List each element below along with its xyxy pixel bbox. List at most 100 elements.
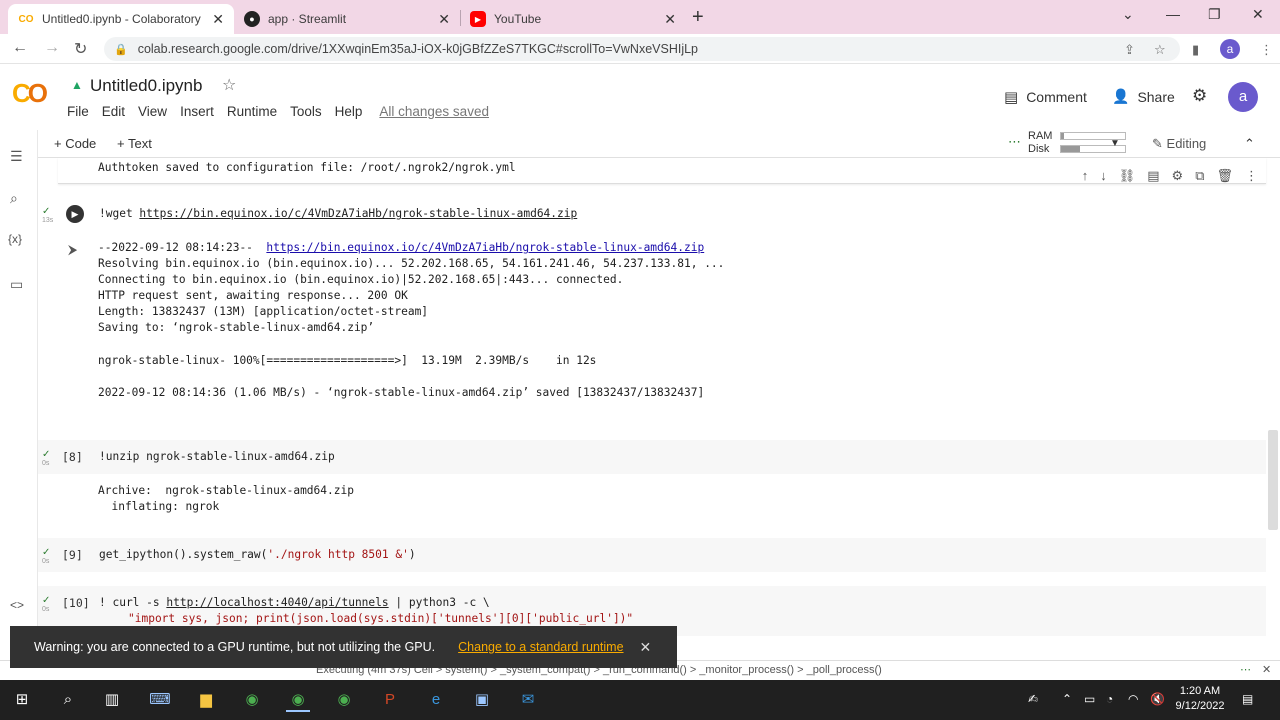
comment-button[interactable]: ▤ Comment [1004, 88, 1087, 106]
reload-icon[interactable]: ↻ [74, 39, 87, 59]
menu-runtime[interactable]: Runtime [227, 104, 277, 119]
notebook-title[interactable]: Untitled0.ipynb [90, 76, 202, 96]
volume-muted-icon[interactable]: 🔇 [1150, 692, 1165, 706]
delete-cell-icon[interactable]: 🗑 [1216, 168, 1233, 184]
taskbar-search-icon[interactable]: ⌕ [56, 688, 80, 712]
menu-view[interactable]: View [138, 104, 167, 119]
output-actions-icon[interactable]: ⮞ [68, 242, 77, 258]
chrome-icon[interactable]: ◉ [240, 688, 264, 712]
mirror-cell-icon[interactable]: ⧉ [1195, 168, 1204, 184]
collapse-header-icon[interactable]: ⌃ [1244, 136, 1255, 152]
wifi-icon[interactable]: ◠ [1128, 692, 1138, 706]
execution-count: [10] [62, 596, 90, 610]
exec-success-icon: ✓ 13s [42, 206, 54, 224]
keyboard-app-icon[interactable]: ⌨ [148, 688, 172, 712]
comment-cell-icon[interactable]: ▤ [1147, 168, 1159, 184]
account-avatar[interactable]: a [1228, 82, 1258, 112]
editing-mode-button[interactable]: ✎ Editing [1152, 136, 1206, 152]
code-url[interactable]: https://bin.equinox.io/c/4VmDzA7iaHb/ngr… [139, 207, 577, 220]
link-icon[interactable]: ⛓ [1119, 168, 1136, 184]
save-status[interactable]: All changes saved [379, 104, 489, 119]
restore-icon[interactable]: ❐ [1208, 6, 1221, 23]
menu-tools[interactable]: Tools [290, 104, 322, 119]
code-snippets-icon[interactable]: <> [10, 598, 24, 612]
execution-count: [9] [62, 548, 83, 562]
back-icon[interactable]: ← [12, 39, 28, 57]
status-close-icon[interactable]: ✕ [1262, 663, 1271, 676]
notifications-icon[interactable]: ▤ [1242, 692, 1253, 706]
code-line[interactable]: !unzip ngrok-stable-linux-amd64.zip [99, 450, 335, 463]
tab-search-icon[interactable]: ⌄ [1122, 6, 1134, 23]
colab-header: CO ▲ Untitled0.ipynb ☆ File Edit View In… [0, 64, 1280, 130]
resource-monitor[interactable]: RAM Disk [1028, 130, 1126, 156]
cell-settings-icon[interactable]: ⚙ [1172, 168, 1184, 184]
output-line: ngrok-stable-linux- 100%[===============… [98, 354, 597, 367]
code-url[interactable]: http://localhost:4040/api/tunnels [166, 596, 388, 609]
battery-icon[interactable]: ▭ [1084, 692, 1095, 706]
change-runtime-link[interactable]: Change to a standard runtime [458, 640, 623, 654]
system-clock[interactable]: 1:20 AM 9/12/2022 [1170, 684, 1230, 714]
settings-gear-icon[interactable]: ⚙ [1192, 86, 1207, 106]
run-cell-button[interactable]: ▶ [66, 205, 84, 223]
code-line[interactable]: !wget https://bin.equinox.io/c/4VmDzA7ia… [99, 207, 577, 220]
close-tab-icon[interactable]: ✕ [438, 11, 450, 28]
minimize-icon[interactable]: — [1166, 6, 1180, 22]
browser-menu-icon[interactable]: ⋮ [1260, 42, 1273, 58]
close-window-icon[interactable]: ✕ [1252, 6, 1264, 23]
tray-chevron-icon[interactable]: ⌃ [1062, 692, 1072, 706]
variables-icon[interactable]: {x} [8, 232, 22, 246]
add-code-button[interactable]: + Code [54, 136, 96, 151]
more-options-icon[interactable]: ⋮ [1245, 168, 1258, 184]
edge-icon[interactable]: e [424, 688, 448, 712]
close-tab-icon[interactable]: ✕ [664, 11, 676, 28]
network-icon[interactable]: ◔ [1106, 692, 1113, 706]
code-line[interactable]: "import sys, json; print(json.load(sys.s… [128, 612, 633, 625]
forward-icon[interactable]: → [44, 39, 60, 57]
close-tab-icon[interactable]: ✕ [212, 11, 224, 28]
share-button[interactable]: 👤 Share [1112, 88, 1175, 105]
move-up-icon[interactable]: ↑ [1082, 168, 1089, 184]
task-view-icon[interactable]: ▥ [100, 688, 124, 712]
bookmark-star-icon[interactable]: ☆ [1154, 42, 1166, 58]
comment-label: Comment [1026, 89, 1087, 105]
resource-dropdown-icon[interactable]: ▼ [1110, 138, 1120, 149]
store-icon[interactable]: ▣ [470, 688, 494, 712]
files-folder-icon[interactable]: ▭ [10, 276, 23, 293]
output-line: 2022-09-12 08:14:36 (1.06 MB/s) - ‘ngrok… [98, 386, 705, 399]
cell-output-wget: ⮞ --2022-09-12 08:14:23-- https://bin.eq… [38, 238, 1266, 408]
add-text-button[interactable]: + Text [117, 136, 152, 151]
toast-close-icon[interactable]: ✕ [640, 639, 652, 656]
star-icon[interactable]: ☆ [222, 75, 236, 95]
mail-icon[interactable]: ✉ [516, 688, 540, 712]
side-panel-icon[interactable]: ▮ [1192, 42, 1199, 58]
code-cell-system-raw[interactable]: ✓ 0s [9] get_ipython().system_raw('./ngro… [38, 538, 1266, 572]
pen-icon[interactable]: ✍ [1028, 692, 1038, 706]
chrome-profile-icon[interactable]: ◉ [332, 688, 356, 712]
menu-edit[interactable]: Edit [102, 104, 125, 119]
address-bar[interactable]: 🔒 colab.research.google.com/drive/1XXwqi… [104, 37, 1180, 61]
output-url[interactable]: https://bin.equinox.io/c/4VmDzA7iaHb/ngr… [266, 241, 704, 254]
move-down-icon[interactable]: ↓ [1100, 168, 1107, 184]
new-tab-icon[interactable]: + [692, 6, 704, 29]
table-of-contents-icon[interactable]: ☰ [10, 148, 23, 165]
search-icon[interactable]: ⌕ [10, 190, 18, 207]
chrome-active-icon[interactable]: ◉ [286, 688, 310, 712]
colab-logo[interactable]: CO [12, 78, 48, 109]
tab-colab[interactable]: CO Untitled0.ipynb - Colaboratory ✕ [8, 4, 234, 34]
menu-help[interactable]: Help [335, 104, 363, 119]
menu-file[interactable]: File [67, 104, 89, 119]
code-cell-unzip[interactable]: ✓ 0s [8] !unzip ngrok-stable-linux-amd64.… [38, 440, 1266, 474]
tab-youtube[interactable]: ▶ YouTube ✕ [460, 4, 686, 34]
notebook-scrollbar[interactable] [1268, 430, 1278, 530]
code-line[interactable]: get_ipython().system_raw('./ngrok http 8… [99, 548, 416, 561]
tab-streamlit[interactable]: ● app · Streamlit ✕ [234, 4, 460, 34]
file-explorer-icon[interactable]: ▆ [194, 688, 218, 712]
menu-insert[interactable]: Insert [180, 104, 214, 119]
code-cell-wget[interactable]: ✓ 13s ▶ !wget https://bin.equinox.io/c/4V… [38, 198, 1266, 232]
exec-success-icon: ✓ 0s [42, 449, 51, 467]
windows-start-icon[interactable]: ⊞ [10, 688, 34, 712]
share-page-icon[interactable]: ⇪ [1124, 42, 1135, 58]
browser-profile-avatar[interactable]: a [1220, 39, 1240, 59]
code-line[interactable]: ! curl -s http://localhost:4040/api/tunn… [99, 596, 490, 609]
powerpoint-icon[interactable]: P [378, 688, 402, 712]
